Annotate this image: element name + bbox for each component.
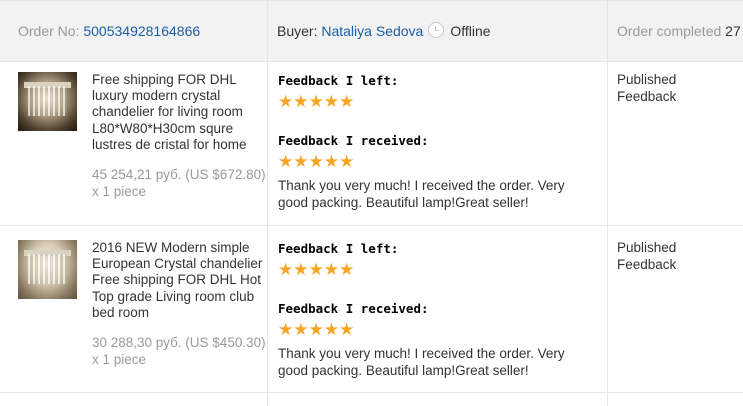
feedback-left-stars-icon: ★★★★★ — [278, 92, 355, 111]
buyer-label: Buyer: — [277, 23, 318, 39]
product-price: 45 254,21 руб. (US $672.80) x 1 piece — [92, 167, 266, 199]
buyer-name-link[interactable]: Nataliya Sedova — [321, 23, 423, 39]
feedback-left-label: Feedback I left: — [278, 73, 399, 88]
feedback-received-text: Thank you very much! I received the orde… — [278, 178, 565, 210]
feedback-left-stars-icon: ★★★★★ — [278, 260, 355, 279]
feedback-received-text: Thank you very much! I received the orde… — [278, 346, 565, 378]
order-feedback-panel: Order No: 500534928164866 Buyer: Nataliy… — [0, 0, 743, 406]
column-divider — [607, 0, 608, 406]
product-thumbnail[interactable] — [18, 240, 77, 299]
feedback-received-stars-icon: ★★★★★ — [278, 152, 355, 171]
order-status-cell: Order completed 27 — [617, 1, 741, 61]
product-price: 30 288,30 руб. (US $450.30) x 1 piece — [92, 335, 266, 367]
feedback-received-label: Feedback I received: — [278, 301, 429, 316]
order-status-label: Order completed — [617, 23, 722, 39]
feedback-status: Published Feedback — [617, 240, 677, 272]
column-divider — [267, 0, 268, 406]
feedback-received-label: Feedback I received: — [278, 133, 429, 148]
feedback-status: Published Feedback — [617, 72, 677, 104]
product-title-link[interactable]: Free shipping FOR DHL luxury modern crys… — [92, 72, 267, 153]
feedback-left-label: Feedback I left: — [278, 241, 399, 256]
order-status-value: 27 — [725, 23, 741, 39]
order-number-label: Order No: — [18, 23, 80, 39]
product-thumbnail[interactable] — [18, 72, 77, 131]
offline-clock-icon — [428, 22, 445, 39]
feedback-received-stars-icon: ★★★★★ — [278, 320, 355, 339]
order-header: Order No: 500534928164866 Buyer: Nataliy… — [0, 0, 743, 62]
row-divider — [0, 392, 743, 393]
buyer-cell: Buyer: Nataliya Sedova Offline — [277, 1, 491, 61]
product-title-link[interactable]: 2016 NEW Modern simple European Crystal … — [92, 240, 267, 321]
order-number-link[interactable]: 500534928164866 — [83, 23, 200, 39]
row-divider — [0, 225, 743, 226]
buyer-status: Offline — [450, 23, 491, 39]
order-number-cell: Order No: 500534928164866 — [18, 1, 200, 61]
